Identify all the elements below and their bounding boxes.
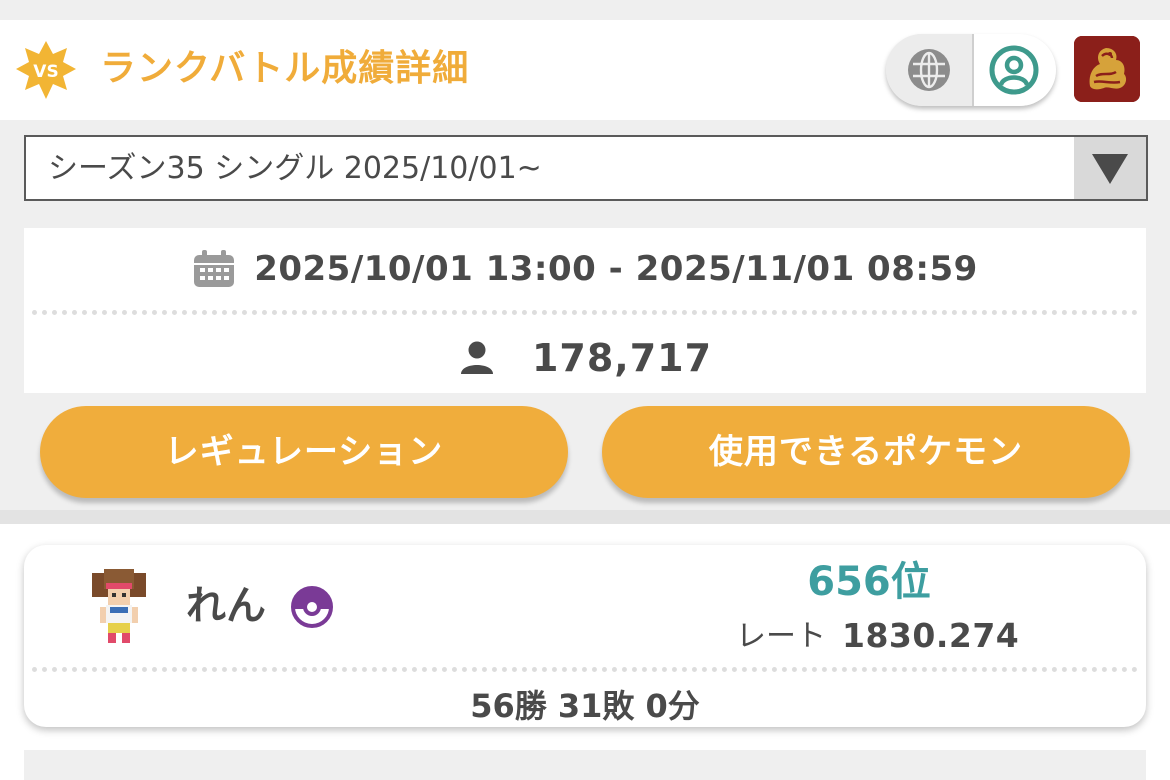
dotted-divider [32, 667, 1138, 672]
section-divider [0, 510, 1170, 524]
player-count-row: 178,717 [24, 332, 1146, 386]
dropdown-arrow-icon [1092, 154, 1128, 184]
vs-badge-icon: VS [14, 39, 78, 103]
player-rank: 656位 [807, 559, 931, 605]
usable-pokemon-button[interactable]: 使用できるポケモン [602, 406, 1130, 498]
rate-label: レート [736, 619, 826, 654]
rate-value: 1830.274 [842, 616, 1020, 655]
vs-badge-text: VS [33, 62, 58, 82]
account-toggle-segment[interactable] [972, 34, 1056, 106]
globe-toggle-segment[interactable] [886, 34, 972, 106]
player-count: 178,717 [531, 336, 713, 380]
page-title: ランクバトル成績詳細 [100, 48, 470, 89]
app-emblem-icon[interactable] [1074, 36, 1140, 102]
player-result-card[interactable]: れん 656位 レート 1830.274 56勝 31敗 0分 [24, 545, 1146, 727]
season-info-card: 2025/10/01 13:00 - 2025/11/01 08:59 178,… [24, 228, 1146, 393]
season-select[interactable]: シーズン35 シングル 2025/10/01~ [24, 135, 1148, 201]
language-account-toggle[interactable] [886, 34, 1056, 106]
dropdown-arrow-button[interactable] [1074, 137, 1146, 199]
poke-ball-icon [291, 586, 333, 628]
season-select-value: シーズン35 シングル 2025/10/01~ [48, 151, 542, 186]
trainer-sprite-icon [86, 565, 152, 645]
globe-icon [908, 49, 950, 91]
person-icon [460, 341, 493, 374]
season-select-area: シーズン35 シングル 2025/10/01~ [0, 120, 1170, 215]
player-name: れん [186, 583, 266, 629]
next-section-placeholder [24, 750, 1146, 780]
regulation-button[interactable]: レギュレーション [40, 406, 568, 498]
season-period-row: 2025/10/01 13:00 - 2025/11/01 08:59 [24, 246, 1146, 296]
app-header: VS ランクバトル成績詳細 [0, 20, 1170, 120]
win-loss-record: 56勝 31敗 0分 [470, 687, 700, 725]
season-period: 2025/10/01 13:00 - 2025/11/01 08:59 [254, 249, 978, 289]
calendar-icon [194, 250, 235, 287]
user-circle-icon [989, 45, 1039, 95]
dotted-divider [32, 310, 1138, 315]
